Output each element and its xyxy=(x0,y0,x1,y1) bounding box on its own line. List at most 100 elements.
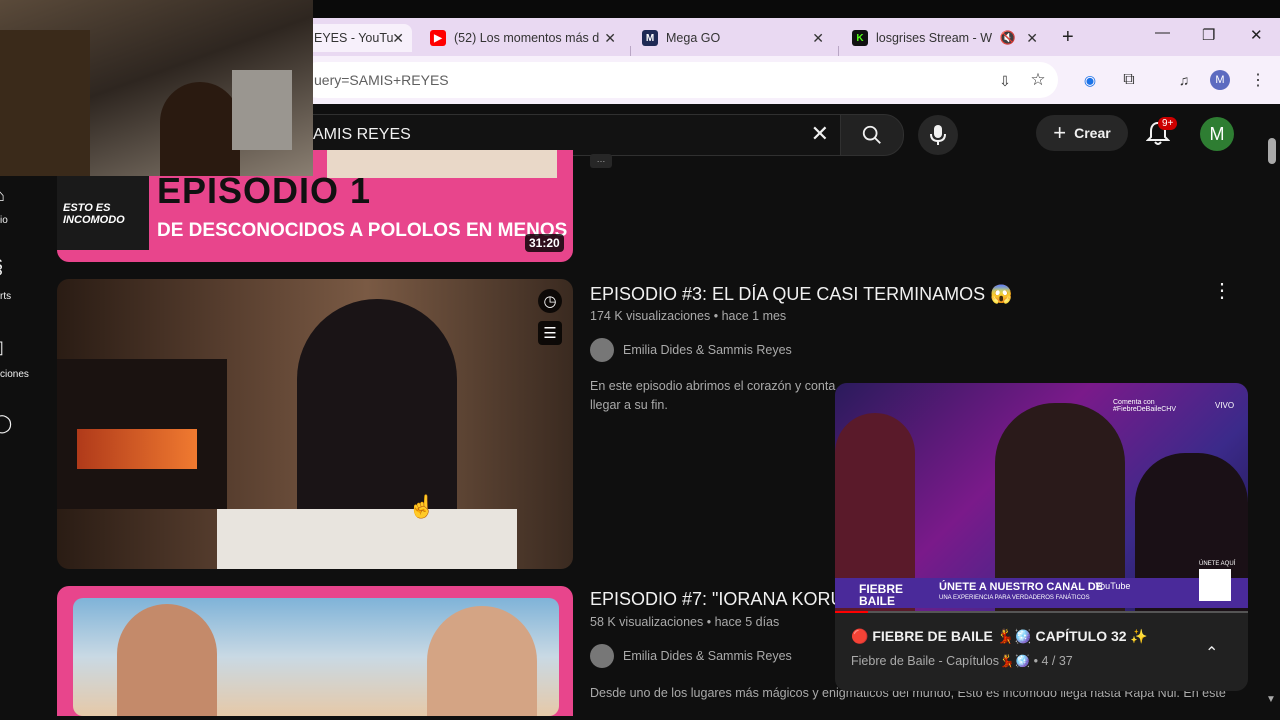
meta-separator: • xyxy=(713,309,722,323)
close-icon[interactable]: ✕ xyxy=(812,30,824,47)
you-icon[interactable]: ◯ xyxy=(0,413,12,434)
browser-menu-icon[interactable]: ⋮ xyxy=(1248,69,1268,91)
channel-name[interactable]: Emilia Dides & Sammis Reyes xyxy=(623,649,792,663)
channel-name[interactable]: Emilia Dides & Sammis Reyes xyxy=(623,343,792,357)
channel-avatar[interactable] xyxy=(590,338,614,362)
scroll-down-arrow-icon[interactable]: ▼ xyxy=(1266,694,1276,705)
media-control-icon[interactable]: ♫ xyxy=(1174,70,1194,90)
megago-icon: M xyxy=(642,30,658,46)
restore-button[interactable]: ❐ xyxy=(1202,26,1215,44)
muted-icon[interactable]: 🔇 xyxy=(1000,30,1016,46)
create-label: Crear xyxy=(1074,125,1111,141)
mini-player-video[interactable]: Comenta con #FiebreDeBaileCHV VIVO ÚNETE… xyxy=(835,383,1248,613)
thumbnail-subheading: DE DESCONOCIDOS A POLOLOS EN MENOS DE 24… xyxy=(157,220,573,241)
thumbnail-fire xyxy=(77,429,197,469)
qr-code xyxy=(1199,569,1231,601)
address-bar[interactable]: uery=SAMIS+REYES xyxy=(300,62,1058,98)
more-badge: … xyxy=(590,154,612,168)
close-icon[interactable]: ✕ xyxy=(1026,30,1038,47)
mini-player[interactable]: Comenta con #FiebreDeBaileCHV VIVO ÚNETE… xyxy=(835,383,1248,691)
thumbnail-logo: ESTO ES INCOMODO xyxy=(63,202,125,226)
upload-age: hace 1 mes xyxy=(721,309,787,323)
subscriptions-icon[interactable]: ▯ xyxy=(0,337,4,358)
banner-subtext: UNA EXPERIENCIA PARA VERDADEROS FANÁTICO… xyxy=(939,595,1090,601)
plus-icon: + xyxy=(1053,120,1067,145)
banner-brand: YouTube xyxy=(1095,581,1131,591)
hand-cursor-icon: ☝ xyxy=(408,494,436,519)
tab-megago[interactable]: M Mega GO ✕ xyxy=(642,24,828,52)
search-icon xyxy=(862,125,881,144)
profile-avatar[interactable]: M xyxy=(1210,70,1230,90)
webcam-overlay xyxy=(0,0,313,176)
view-count: 58 K visualizaciones xyxy=(590,615,704,629)
channel-link[interactable]: Emilia Dides & Sammis Reyes xyxy=(590,338,792,362)
window-close-button[interactable]: ✕ xyxy=(1250,26,1263,44)
channel-link[interactable]: Emilia Dides & Sammis Reyes xyxy=(590,644,792,668)
youtube-icon: ▶ xyxy=(430,30,446,46)
new-tab-button[interactable]: + xyxy=(1062,26,1074,49)
webcam-glass xyxy=(0,30,90,176)
mini-player-title[interactable]: 🔴 FIEBRE DE BAILE 💃🪩 CAPÍTULO 32 ✨ xyxy=(851,628,1148,645)
install-app-icon[interactable]: ⇩ xyxy=(995,71,1015,91)
tab-label: losgrises Stream - W xyxy=(876,31,992,45)
chevron-up-icon[interactable]: ⌃ xyxy=(1205,643,1218,663)
left-nav: ⌂ io § rts ▯ ciones ◯ xyxy=(0,185,29,445)
tab-label: (52) Los momentos más d xyxy=(454,31,600,45)
minimize-button[interactable]: — xyxy=(1155,24,1170,41)
close-icon[interactable]: ✕ xyxy=(392,30,404,47)
progress-fill xyxy=(835,611,869,613)
progress-track[interactable] xyxy=(835,611,1248,613)
video-title[interactable]: EPISODIO #3: EL DÍA QUE CASI TERMINAMOS … xyxy=(590,284,1013,305)
notifications-badge: 9+ xyxy=(1158,117,1178,130)
tab-label: EYES - YouTu xyxy=(314,31,394,45)
video-meta: 174 K visualizaciones • hace 1 mes xyxy=(590,309,786,323)
more-actions-icon[interactable]: ⋮ xyxy=(1212,278,1232,303)
nav-label-subscriptions[interactable]: ciones xyxy=(0,369,29,380)
url-text: uery=SAMIS+REYES xyxy=(314,72,449,88)
nav-label-shorts[interactable]: rts xyxy=(0,291,11,302)
duration-badge: 31:20 xyxy=(525,234,564,252)
result-thumbnail-3[interactable] xyxy=(57,586,573,716)
thumbnail-heading: EPISODIO 1 xyxy=(157,170,372,211)
tab-label: Mega GO xyxy=(666,31,721,45)
video-meta: 58 K visualizaciones • hace 5 días xyxy=(590,615,779,629)
search-button[interactable] xyxy=(840,114,904,156)
webcam-window xyxy=(232,70,292,150)
upload-age: hace 5 días xyxy=(714,615,780,629)
nav-label-home[interactable]: io xyxy=(0,215,8,226)
scrollbar-thumb[interactable] xyxy=(1268,138,1276,164)
meta-separator: • xyxy=(706,615,715,629)
live-label: VIVO xyxy=(1215,401,1235,410)
extensions-icon[interactable]: ⧉ xyxy=(1118,69,1140,91)
video-corner-text: Comenta con #FiebreDeBaileCHV xyxy=(1113,399,1177,413)
channel-avatar[interactable] xyxy=(590,644,614,668)
microphone-icon xyxy=(930,125,946,145)
tab-youtube-momentos[interactable]: ▶ (52) Los momentos más d ✕ xyxy=(430,24,620,52)
mini-player-playlist[interactable]: Fiebre de Baile - Capítulos💃🪩 • 4 / 37 xyxy=(851,654,1073,669)
thumbnail-person-right xyxy=(427,606,537,716)
video-title[interactable]: EPISODIO #7: "IORANA KORU xyxy=(590,589,843,610)
qr-label: ÚNETE AQUÍ xyxy=(1199,561,1236,567)
cast-icon[interactable]: ◉ xyxy=(1080,70,1100,90)
webcam-person xyxy=(160,82,240,176)
create-button[interactable]: + Crear xyxy=(1036,115,1128,151)
show-logo: FIEBRE BAILE xyxy=(859,582,904,608)
search-query: AMIS REYES xyxy=(313,126,411,143)
kick-icon: K xyxy=(852,30,868,46)
voice-search-button[interactable] xyxy=(918,115,958,155)
watch-later-icon[interactable]: ◷ xyxy=(538,289,562,313)
result-thumbnail-2[interactable]: ◷ ☰ xyxy=(57,279,573,569)
clear-search-icon[interactable]: ✕ xyxy=(811,121,829,147)
bookmark-star-icon[interactable]: ☆ xyxy=(1028,70,1048,90)
account-avatar[interactable]: M xyxy=(1200,117,1234,151)
close-icon[interactable]: ✕ xyxy=(604,30,616,47)
tab-youtube-search[interactable]: EYES - YouTu ✕ xyxy=(300,24,412,52)
add-to-queue-icon[interactable]: ☰ xyxy=(538,321,562,345)
home-icon[interactable]: ⌂ xyxy=(0,185,5,206)
thumbnail-person-left xyxy=(117,604,217,716)
thumbnail-couch xyxy=(217,509,517,569)
tab-kick-stream[interactable]: K losgrises Stream - W 🔇 ✕ xyxy=(852,24,1042,52)
banner-text: ÚNETE A NUESTRO CANAL DE xyxy=(939,581,1103,593)
view-count: 174 K visualizaciones xyxy=(590,309,711,323)
shorts-icon[interactable]: § xyxy=(0,257,3,280)
